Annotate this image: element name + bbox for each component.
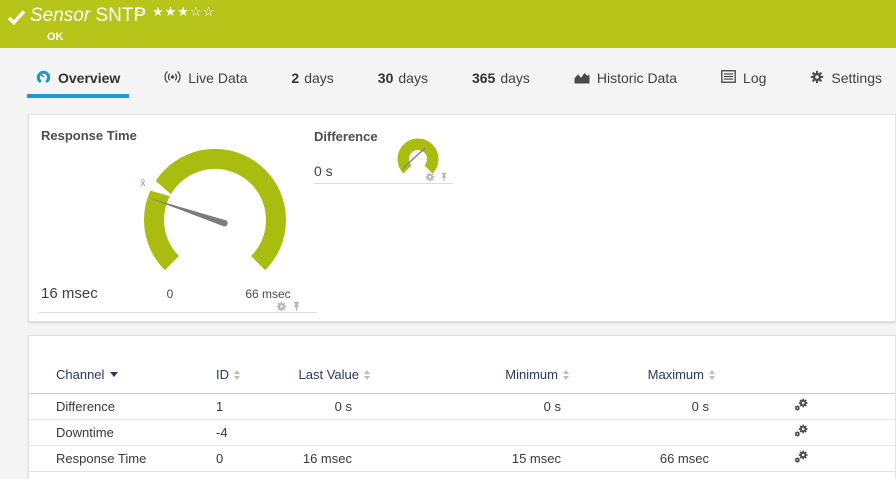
- column-header-channel[interactable]: Channel: [56, 367, 216, 382]
- gauge-title-difference: Difference: [314, 129, 378, 144]
- area-chart-icon: [574, 70, 590, 87]
- table-row-response-time[interactable]: Response Time 0 16 msec 15 msec 66 msec: [29, 446, 895, 472]
- gauges-panel: Response Time x̄ 0 66 msec 16 msec Diffe…: [28, 114, 896, 322]
- sensor-header: Sensor SNTP ⚐ ★★★☆☆ OK: [0, 0, 896, 48]
- gear-icon: [810, 70, 824, 87]
- tab-bar: Overview Live Data 2 days 30 days 365 da…: [27, 62, 891, 98]
- divider: [314, 183, 453, 184]
- divider: [39, 312, 317, 313]
- cell-channel: Response Time: [56, 451, 147, 466]
- column-header-minimum[interactable]: Minimum: [384, 367, 569, 382]
- cell-maximum: 66 msec: [659, 451, 709, 466]
- cell-channel: Difference: [56, 399, 116, 414]
- cell-id: 1: [216, 399, 224, 414]
- column-header-maximum-label: Maximum: [647, 367, 704, 382]
- tab-settings[interactable]: Settings: [801, 62, 891, 98]
- gauge-settings-gear-icon[interactable]: [425, 172, 435, 182]
- table-header-row: Channel ID Last Value Minimum Maximum: [29, 356, 895, 394]
- tab-2-days-label: days: [304, 70, 334, 86]
- priority-stars-empty: ☆☆: [189, 4, 216, 19]
- table-row-downtime[interactable]: Downtime -4: [29, 420, 895, 446]
- cell-channel: Downtime: [56, 425, 114, 440]
- column-header-last-value[interactable]: Last Value: [296, 367, 384, 382]
- prtg-sensor-page: Sensor SNTP ⚐ ★★★☆☆ OK Overview Live Dat…: [0, 0, 896, 479]
- gauge-scale-max: 66 msec: [245, 287, 291, 301]
- column-header-id[interactable]: ID: [216, 367, 296, 382]
- cell-last-value: 16 msec: [302, 451, 352, 466]
- response-time-current-value: 16 msec: [41, 285, 98, 302]
- column-header-last-value-label: Last Value: [298, 367, 359, 382]
- column-header-id-label: ID: [216, 367, 229, 382]
- sort-both-icon: [364, 369, 370, 380]
- priority-stars-filled: ★★★: [152, 4, 190, 19]
- page-title-prefix: Sensor: [30, 5, 91, 26]
- cell-minimum: 15 msec: [511, 451, 561, 466]
- tab-30-days-number: 30: [377, 70, 394, 86]
- gauge-pin-icon[interactable]: [291, 301, 302, 312]
- tab-log[interactable]: Log: [712, 62, 775, 98]
- cell-last-value: 0 s: [334, 399, 352, 414]
- tab-2-days[interactable]: 2 days: [282, 62, 342, 98]
- channel-settings-gears-icon[interactable]: [794, 424, 809, 439]
- log-list-icon: [721, 70, 736, 86]
- gauge-settings-gear-icon[interactable]: [276, 301, 287, 312]
- tab-365-days-label: days: [500, 70, 530, 86]
- cell-id: 0: [216, 451, 224, 466]
- live-data-icon: [164, 70, 181, 87]
- tab-live-data-label: Live Data: [188, 70, 248, 86]
- gauge-title-response-time: Response Time: [41, 128, 137, 143]
- tab-overview-label: Overview: [58, 70, 121, 86]
- status-badge: OK: [47, 31, 64, 43]
- tab-2-days-number: 2: [291, 70, 300, 86]
- table-row-difference[interactable]: Difference 1 0 s 0 s 0 s: [29, 394, 895, 420]
- tab-30-days[interactable]: 30 days: [369, 62, 437, 98]
- difference-current-value: 0 s: [314, 163, 333, 179]
- column-header-channel-label: Channel: [56, 367, 105, 382]
- cell-minimum: 0 s: [543, 399, 561, 414]
- column-header-maximum[interactable]: Maximum: [569, 367, 719, 382]
- gauge-icon: [36, 69, 51, 87]
- pause-flag-icon[interactable]: ⚐: [135, 5, 145, 18]
- cell-maximum: 0 s: [691, 399, 709, 414]
- tab-365-days-number: 365: [471, 70, 496, 86]
- gauge-pin-icon[interactable]: [439, 172, 449, 182]
- tab-historic-data-label: Historic Data: [596, 70, 678, 86]
- tab-settings-label: Settings: [831, 70, 882, 86]
- tab-365-days[interactable]: 365 days: [463, 62, 539, 98]
- channel-settings-gears-icon[interactable]: [794, 450, 809, 465]
- tab-overview[interactable]: Overview: [27, 62, 130, 98]
- sort-both-icon: [709, 369, 715, 380]
- sort-desc-icon: [110, 372, 119, 377]
- response-time-gauge: x̄: [141, 149, 286, 271]
- page-title: Sensor SNTP: [30, 5, 146, 27]
- average-marker-label: x̄: [141, 178, 146, 189]
- column-header-minimum-label: Minimum: [505, 367, 558, 382]
- channels-table-panel: Channel ID Last Value Minimum Maximum Di…: [28, 335, 896, 479]
- tab-30-days-label: days: [398, 70, 428, 86]
- tab-log-label: Log: [743, 70, 767, 86]
- priority-stars[interactable]: ★★★☆☆: [152, 4, 215, 20]
- status-ok-check-icon: [7, 9, 26, 30]
- channel-settings-gears-icon[interactable]: [794, 398, 809, 413]
- gauge-scale-min: 0: [166, 287, 174, 301]
- cell-id: -4: [216, 425, 228, 440]
- tab-historic-data[interactable]: Historic Data: [565, 62, 686, 98]
- sort-both-icon: [234, 369, 240, 380]
- tab-live-data[interactable]: Live Data: [155, 62, 256, 98]
